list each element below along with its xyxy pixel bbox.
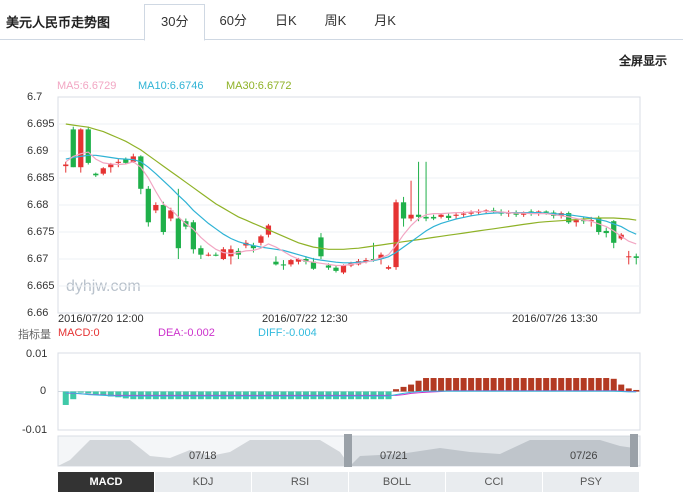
candle-body [160,205,166,232]
candle-body [220,249,227,259]
candle-body [273,261,279,265]
macd-bar [423,378,430,392]
macd-bar [520,378,527,392]
candle-body [430,216,437,219]
macd-bar [618,384,625,392]
candle-body [626,256,632,258]
candle-body [340,265,347,273]
macd-bar [505,378,512,392]
macd-bar [573,378,580,392]
candle-body [115,161,121,163]
ma10-line [65,154,637,264]
tab-kdj[interactable]: KDJ [155,472,252,492]
candle-body [258,236,264,243]
macd-bar [415,380,422,392]
macd-bar [460,378,467,392]
macd-bar [513,378,520,392]
candle-body [393,202,399,268]
macd-bar [393,389,400,392]
macd-bar [535,378,542,392]
navigator-date: 07/21 [380,450,408,462]
macd-bar [408,384,415,392]
indicator-tabs: MACD KDJ RSI BOLL CCI PSY [58,472,640,492]
macd-bar [550,378,557,392]
macd-bar [453,378,460,392]
candle-body [288,260,294,265]
candle-body [70,129,76,168]
candle-body [145,188,151,223]
candle-body [325,265,332,268]
candle-body [93,173,99,176]
candle-body [213,254,219,256]
macd-bar [483,378,490,392]
candle-body [445,215,452,218]
macd-bar [610,378,617,392]
candle-body [408,214,414,219]
candle-body [153,205,159,211]
macd-bar [588,378,595,392]
macd-bar [603,378,610,392]
candle-body [85,129,91,163]
macd-bar [543,378,550,392]
tab-boll[interactable]: BOLL [349,472,446,492]
candle-body [280,264,287,266]
macd-bar [430,378,437,392]
candle-body [333,267,339,271]
macd-bar [565,378,572,392]
macd-bar [475,378,482,392]
candle-body [438,214,444,217]
candle-body [198,248,204,255]
candle-body [415,214,422,217]
candle-body [100,168,106,174]
macd-bar [445,378,452,392]
macd-bar [400,386,407,392]
tab-rsi[interactable]: RSI [252,472,349,492]
candle-body [633,256,639,258]
macd-bar [438,378,445,392]
price-chart [57,96,641,467]
navigator-handle-left [344,434,352,467]
candle-body [78,129,84,168]
candle-body [205,254,212,256]
candle-body [460,213,467,215]
macd-bar [77,391,84,393]
macd-bar [468,378,475,392]
macd-bar [558,378,565,392]
tab-cci[interactable]: CCI [446,472,543,492]
candle-body [190,222,196,250]
navigator-date: 07/18 [189,450,217,462]
navigator-date: 07/26 [570,450,598,462]
candle-body [603,230,609,234]
candle-body [385,267,392,269]
macd-bar [85,391,92,394]
macd-bar [580,378,587,392]
tab-psy[interactable]: PSY [543,472,640,492]
navigator-handle-right [630,434,638,467]
candle-body [453,214,459,216]
candle-body [175,218,181,249]
candle-body [63,164,69,167]
tab-macd[interactable]: MACD [58,472,155,492]
macd-bar [498,378,505,392]
macd-bar [490,378,497,392]
macd-bar [528,378,535,392]
candle-body [108,164,114,168]
candle-body [423,216,429,219]
candle-body [573,220,579,223]
ma30-line [65,123,637,250]
macd-bar [595,378,602,392]
candle-body [318,237,324,257]
candle-body [400,202,407,219]
